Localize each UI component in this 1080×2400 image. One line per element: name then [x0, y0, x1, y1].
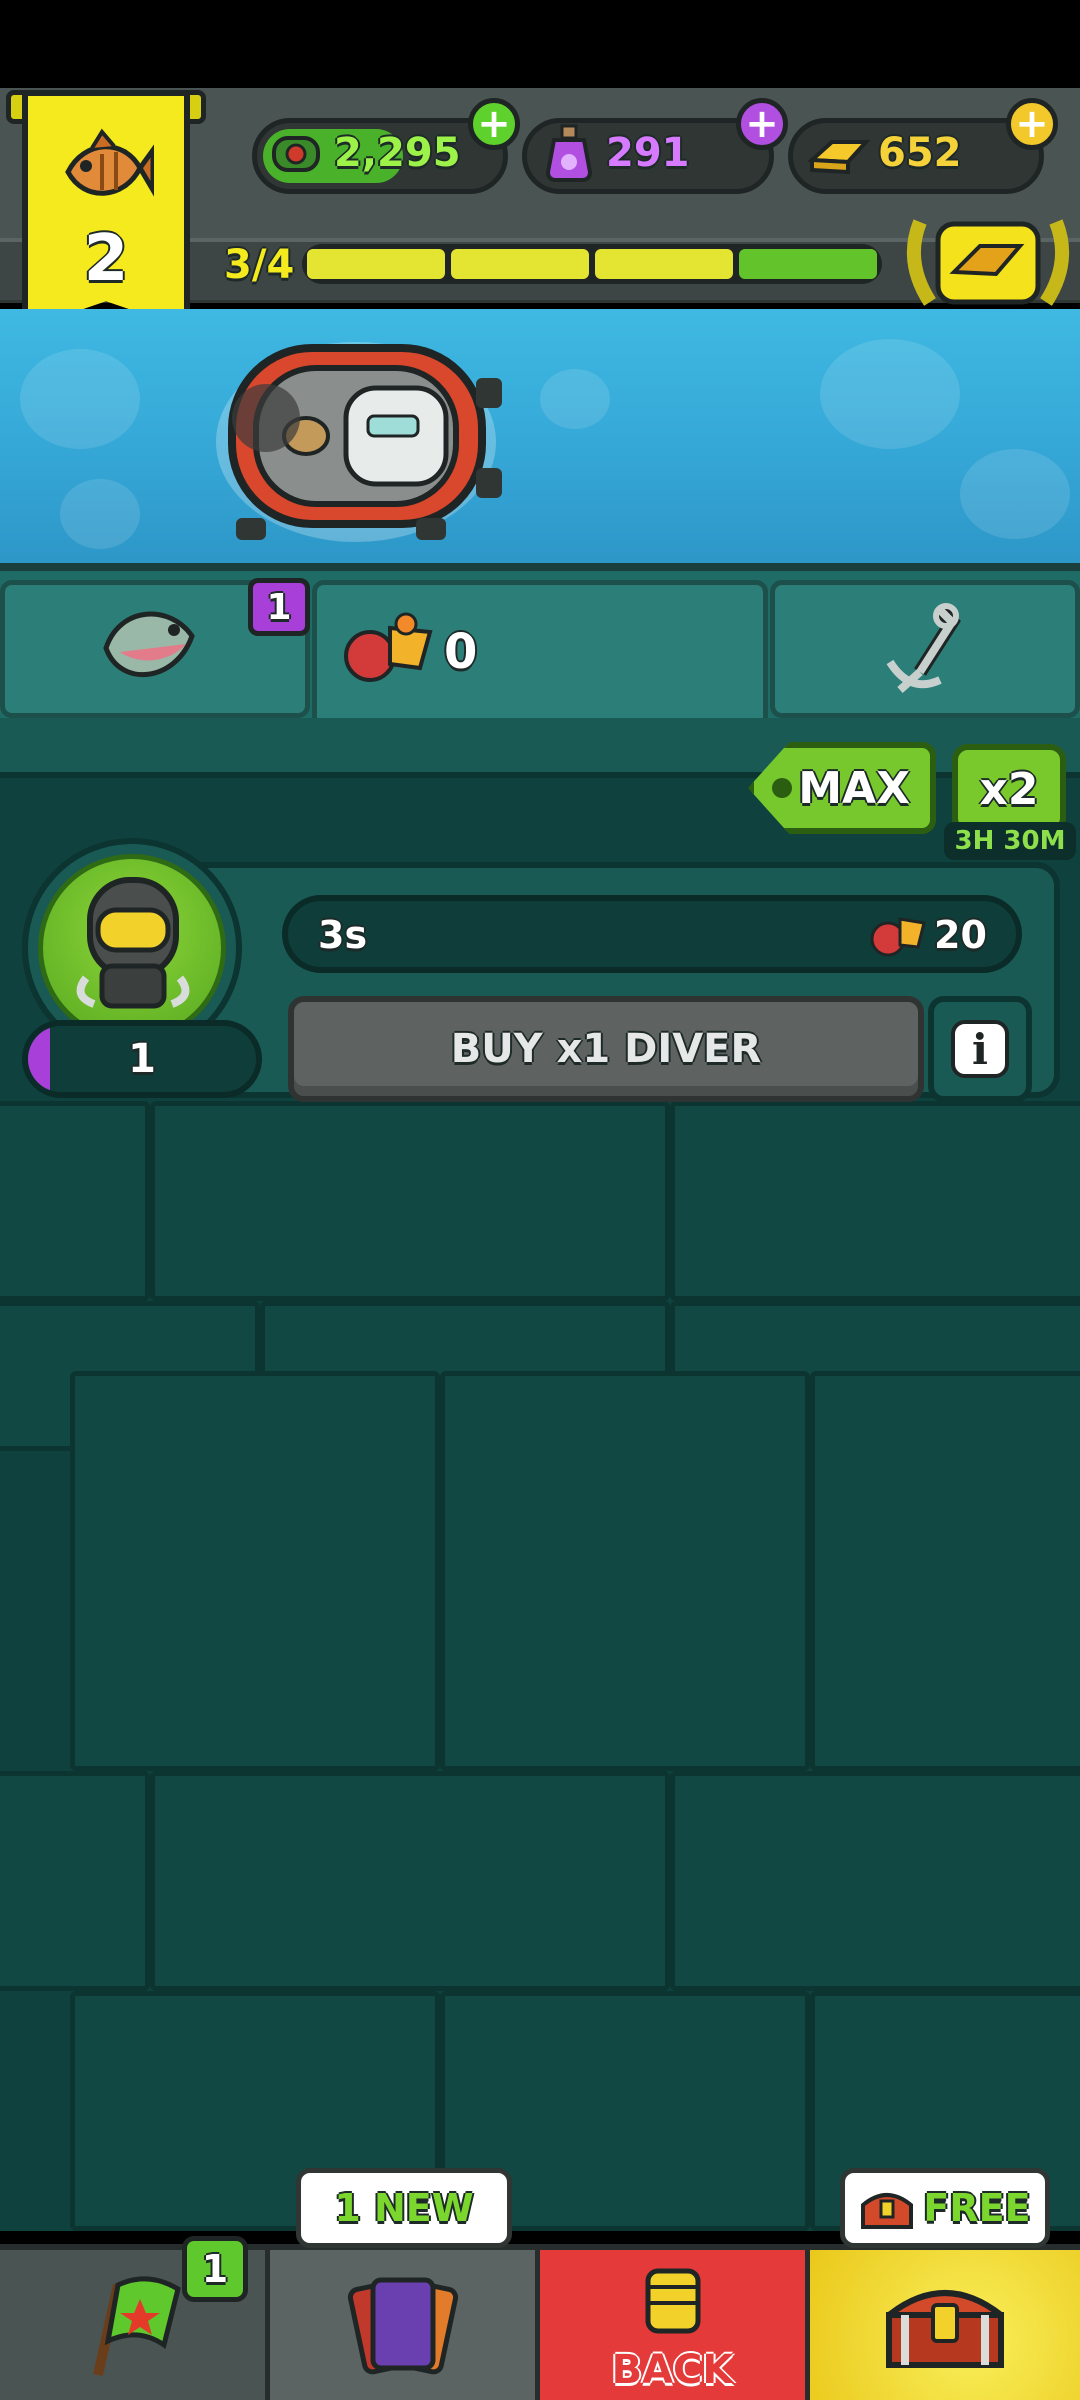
boat-sprite[interactable] [196, 318, 526, 558]
status-bar [0, 0, 1080, 88]
potion-icon [542, 122, 596, 184]
flag-badge: 1 [182, 2236, 248, 2302]
cards-new-text: 1 NEW [334, 2186, 474, 2230]
chest-small-icon [861, 2193, 914, 2229]
fish-icon [58, 128, 156, 218]
diver-timer-bar: 3s 20 [282, 895, 1022, 973]
fish-tab-badge: 1 [248, 578, 310, 636]
progress-text: 3/4 [224, 242, 295, 288]
gems-value: 0 [444, 624, 478, 680]
tag-hole-icon [772, 778, 792, 798]
diver-count: 1 [128, 1036, 156, 1082]
gold-reward-button[interactable] [900, 202, 1076, 320]
add-cash-button[interactable]: + [468, 98, 520, 150]
chest-free-text: FREE [923, 2186, 1031, 2230]
diver-icon [68, 870, 198, 1010]
level-number: 2 [83, 222, 129, 296]
anchor-icon [880, 602, 976, 696]
x2-label: x2 [979, 763, 1039, 815]
reward-gems-icon [868, 907, 928, 961]
nav-back-button[interactable]: BACK [540, 2250, 810, 2400]
progress-segment [739, 249, 877, 279]
cash-value: 2,295 [334, 130, 461, 176]
progress-segment [595, 249, 733, 279]
diver-timer: 3s [318, 913, 368, 957]
gems-icon [340, 608, 440, 688]
level-progress-bar [302, 244, 882, 284]
chest-free-label: FREE [840, 2168, 1050, 2248]
flag-icon [92, 2276, 181, 2377]
info-button[interactable]: i [928, 996, 1032, 1102]
fist-icon [645, 2268, 700, 2334]
info-label: i [972, 1024, 988, 1074]
potion-value: 291 [606, 130, 690, 176]
cards-icon [347, 2277, 458, 2375]
diver-count-bar: 1 [22, 1020, 262, 1098]
progress-segment [307, 249, 445, 279]
gold-bar-icon [807, 128, 871, 178]
diver-reward: 20 [934, 913, 987, 957]
nav-cards-button[interactable] [270, 2250, 540, 2400]
x2-boost-button[interactable]: x2 [952, 744, 1066, 834]
back-label: BACK [611, 2347, 734, 2393]
cards-new-label: 1 NEW [296, 2168, 512, 2248]
cash-icon [268, 126, 324, 182]
water-scene [0, 309, 1080, 571]
chest-icon [886, 2290, 1004, 2368]
add-potion-button[interactable]: + [736, 98, 788, 150]
progress-segment [451, 249, 589, 279]
fish-tab-icon [100, 596, 200, 692]
x2-time-label: 3H 30M [954, 826, 1066, 856]
flag-badge-count: 1 [201, 2247, 229, 2291]
nav-chest-button[interactable] [810, 2250, 1080, 2400]
buy-diver-label: BUY x1 DIVER [450, 1026, 762, 1072]
buy-diver-button[interactable]: BUY x1 DIVER [288, 996, 924, 1102]
gold-value: 652 [878, 130, 962, 176]
info-icon: i [951, 1020, 1009, 1078]
max-label: MAX [798, 762, 910, 814]
fish-badge-count: 1 [266, 586, 292, 628]
x2-timer: 3H 30M [944, 822, 1076, 860]
add-gold-button[interactable]: + [1006, 98, 1058, 150]
